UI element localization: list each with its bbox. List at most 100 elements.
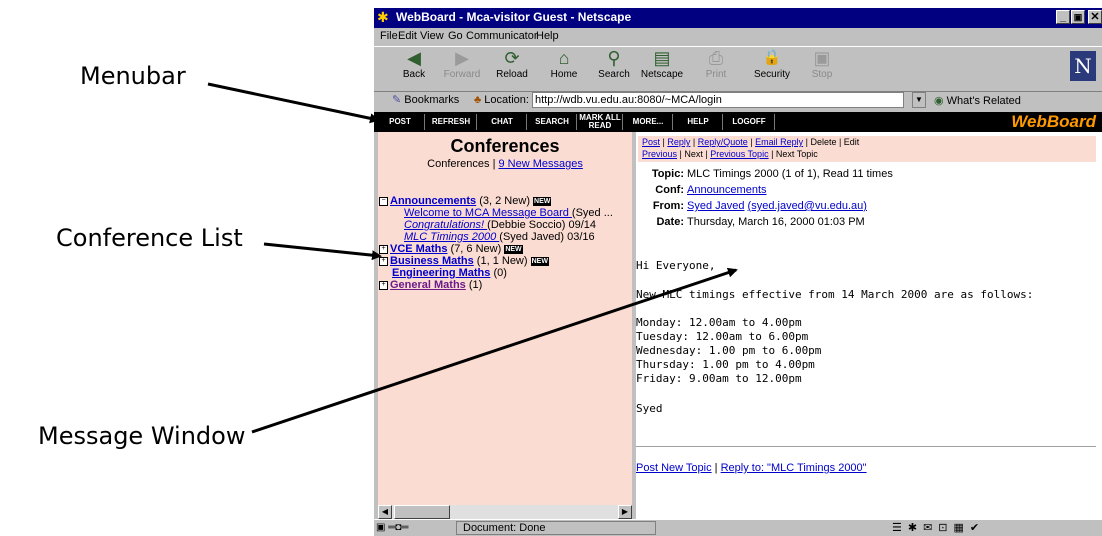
message-nav-line-2: Previous | Next | Previous Topic | Next … xyxy=(642,148,1096,160)
lock-icon: 🔒 xyxy=(762,49,782,66)
menu-file[interactable]: File xyxy=(380,30,398,42)
message-item: Congratulations! (Debbie Soccio) 09/14 xyxy=(379,219,631,231)
menubar-arrow xyxy=(207,82,380,124)
email-reply-link[interactable]: Email Reply xyxy=(755,137,803,147)
menu-communicator[interactable]: Communicator xyxy=(466,30,538,42)
chat-button[interactable]: CHAT xyxy=(478,114,527,130)
expand-icon[interactable]: + xyxy=(379,280,388,290)
menu-view[interactable]: View xyxy=(420,30,444,42)
bookmarks-icon: ✎ xyxy=(392,94,402,106)
collapse-icon[interactable]: − xyxy=(379,196,388,206)
post-button[interactable]: POST xyxy=(376,114,425,130)
scroll-thumb[interactable] xyxy=(394,505,450,519)
reply-link[interactable]: Reply xyxy=(667,137,690,147)
message-body-line: New MLC timings effective from 14 March … xyxy=(636,288,1034,301)
expand-icon[interactable]: + xyxy=(379,244,388,254)
close-button[interactable]: ✕ xyxy=(1088,10,1102,24)
help-button[interactable]: HELP xyxy=(674,114,723,130)
previous-topic-link[interactable]: Previous Topic xyxy=(710,149,768,159)
conference-link[interactable]: Business Maths xyxy=(390,255,474,267)
from-row: From: Syed Javed (syed.javed@vu.edu.au) xyxy=(642,200,867,212)
reload-icon: ⟳ xyxy=(504,48,520,68)
scroll-left-button[interactable]: ◀ xyxy=(378,505,392,519)
message-link[interactable]: MLC Timings 2000 xyxy=(404,231,499,243)
conference-horizontal-scrollbar[interactable]: ◀ ▶ xyxy=(378,505,632,519)
print-button[interactable]: ⎙ Print xyxy=(690,47,742,80)
conf-row: Conf: Announcements xyxy=(642,184,767,196)
stop-label: Stop xyxy=(811,69,833,80)
stop-button[interactable]: ▣ Stop xyxy=(796,47,848,80)
conference-link[interactable]: VCE Maths xyxy=(390,243,447,255)
message-nav-line-1: Post | Reply | Reply/Quote | Email Reply… xyxy=(642,137,860,147)
message-link[interactable]: Welcome to MCA Message Board xyxy=(404,207,572,219)
reply-to-link[interactable]: Reply to: "MLC Timings 2000" xyxy=(721,462,867,474)
location-toolbar: ✎ Bookmarks ♣ Location: http://wdb.vu.ed… xyxy=(374,90,1102,112)
post-link[interactable]: Post xyxy=(642,137,660,147)
topic-row: Topic: MLC Timings 2000 (1 of 1), Read 11… xyxy=(642,168,893,180)
new-messages-link[interactable]: 9 New Messages xyxy=(498,158,582,170)
divider xyxy=(636,446,1096,447)
netscape-button[interactable]: ▤ Netscape xyxy=(636,47,688,80)
conference-vce-maths: + VCE Maths (7, 6 New) NEW xyxy=(379,243,631,255)
home-icon: ⌂ xyxy=(558,48,570,68)
related-icon: ◉ xyxy=(934,95,944,107)
message-link[interactable]: Congratulations! xyxy=(404,219,487,231)
security-button[interactable]: 🔒 Security xyxy=(746,47,798,80)
back-button[interactable]: ◀ Back xyxy=(388,47,440,80)
message-body-line: Wednesday: 1.00 pm to 6.00pm xyxy=(636,344,822,357)
message-body-line: Monday: 12.00am to 4.00pm xyxy=(636,316,802,329)
search-board-button[interactable]: SEARCH xyxy=(528,114,577,130)
conference-link[interactable]: Announcements xyxy=(390,195,476,207)
conf-label: Conf: xyxy=(655,184,684,196)
post-new-topic-link[interactable]: Post New Topic xyxy=(636,462,712,474)
previous-link[interactable]: Previous xyxy=(642,149,677,159)
conference-engineering-maths: Engineering Maths (0) xyxy=(379,267,631,279)
conferences-subheading: Conferences | 9 New Messages xyxy=(378,158,632,170)
refresh-button[interactable]: REFRESH xyxy=(426,114,477,130)
conference-link[interactable]: Engineering Maths xyxy=(392,267,490,279)
reload-button[interactable]: ⟳ Reload xyxy=(486,47,538,80)
stop-icon: ▣ xyxy=(813,48,831,68)
navigation-toolbar: ◀ Back ▶ Forward ⟳ Reload ⌂ Home ⚲ Search ▤ Ne… xyxy=(374,46,1102,92)
status-text: Document: Done xyxy=(456,521,656,535)
back-arrow-icon: ◀ xyxy=(407,48,421,68)
message-window: Post | Reply | Reply/Quote | Email Reply… xyxy=(636,132,1102,519)
conf-link[interactable]: Announcements xyxy=(687,184,767,196)
message-meta: (Debbie Soccio) 09/14 xyxy=(487,219,597,231)
title-bar: ✱ WebBoard - Mca-visitor Guest - Netscap… xyxy=(374,8,1102,28)
author-email-link[interactable]: (syed.javed@vu.edu.au) xyxy=(748,200,867,212)
scroll-right-button[interactable]: ▶ xyxy=(618,505,632,519)
reload-label: Reload xyxy=(496,69,528,80)
reply-quote-link[interactable]: Reply/Quote xyxy=(698,137,748,147)
url-input[interactable]: http://wdb.vu.edu.au:8080/~MCA/login xyxy=(532,92,904,108)
search-button[interactable]: ⚲ Search xyxy=(588,47,640,80)
bookmarks-button[interactable]: ✎ Bookmarks xyxy=(392,93,459,106)
url-dropdown-button[interactable]: ▼ xyxy=(912,92,926,108)
whats-related-button[interactable]: ◉ What's Related xyxy=(934,94,1021,107)
annotation-menubar: Menubar xyxy=(80,62,186,90)
logoff-button[interactable]: LOGOFF xyxy=(724,114,775,130)
forward-button[interactable]: ▶ Forward xyxy=(436,47,488,80)
expand-icon[interactable]: + xyxy=(379,256,388,266)
home-button[interactable]: ⌂ Home xyxy=(538,47,590,80)
author-link[interactable]: Syed Javed xyxy=(687,200,744,212)
maximize-button[interactable]: ▣ xyxy=(1071,10,1085,24)
message-item: Welcome to MCA Message Board (Syed ... xyxy=(379,207,631,219)
minimize-button[interactable]: _ xyxy=(1056,10,1070,24)
menu-go[interactable]: Go xyxy=(448,30,463,42)
conference-list-pane: Conferences Conferences | 9 New Messages… xyxy=(378,132,632,507)
mark-all-read-button[interactable]: MARK ALL READ xyxy=(578,114,623,130)
print-icon: ⎙ xyxy=(708,48,724,68)
menu-edit[interactable]: Edit xyxy=(398,30,417,42)
component-bar-icons[interactable]: ☰✱✉⊡▦✔ xyxy=(892,521,985,534)
webboard-menubar: POST REFRESH CHAT SEARCH MARK ALL READ MO… xyxy=(374,112,1102,132)
message-meta: (Syed ... xyxy=(571,207,613,219)
next-text: | Next | xyxy=(677,149,711,159)
location-label: ♣ Location: xyxy=(474,94,529,106)
conference-count: (3, 2 New) xyxy=(476,195,534,207)
conference-link[interactable]: General Maths xyxy=(390,279,466,291)
back-label: Back xyxy=(402,69,426,80)
message-nav-box: Post | Reply | Reply/Quote | Email Reply… xyxy=(638,136,1096,162)
more-button[interactable]: MORE... xyxy=(624,114,673,130)
menu-help[interactable]: Help xyxy=(536,30,559,42)
